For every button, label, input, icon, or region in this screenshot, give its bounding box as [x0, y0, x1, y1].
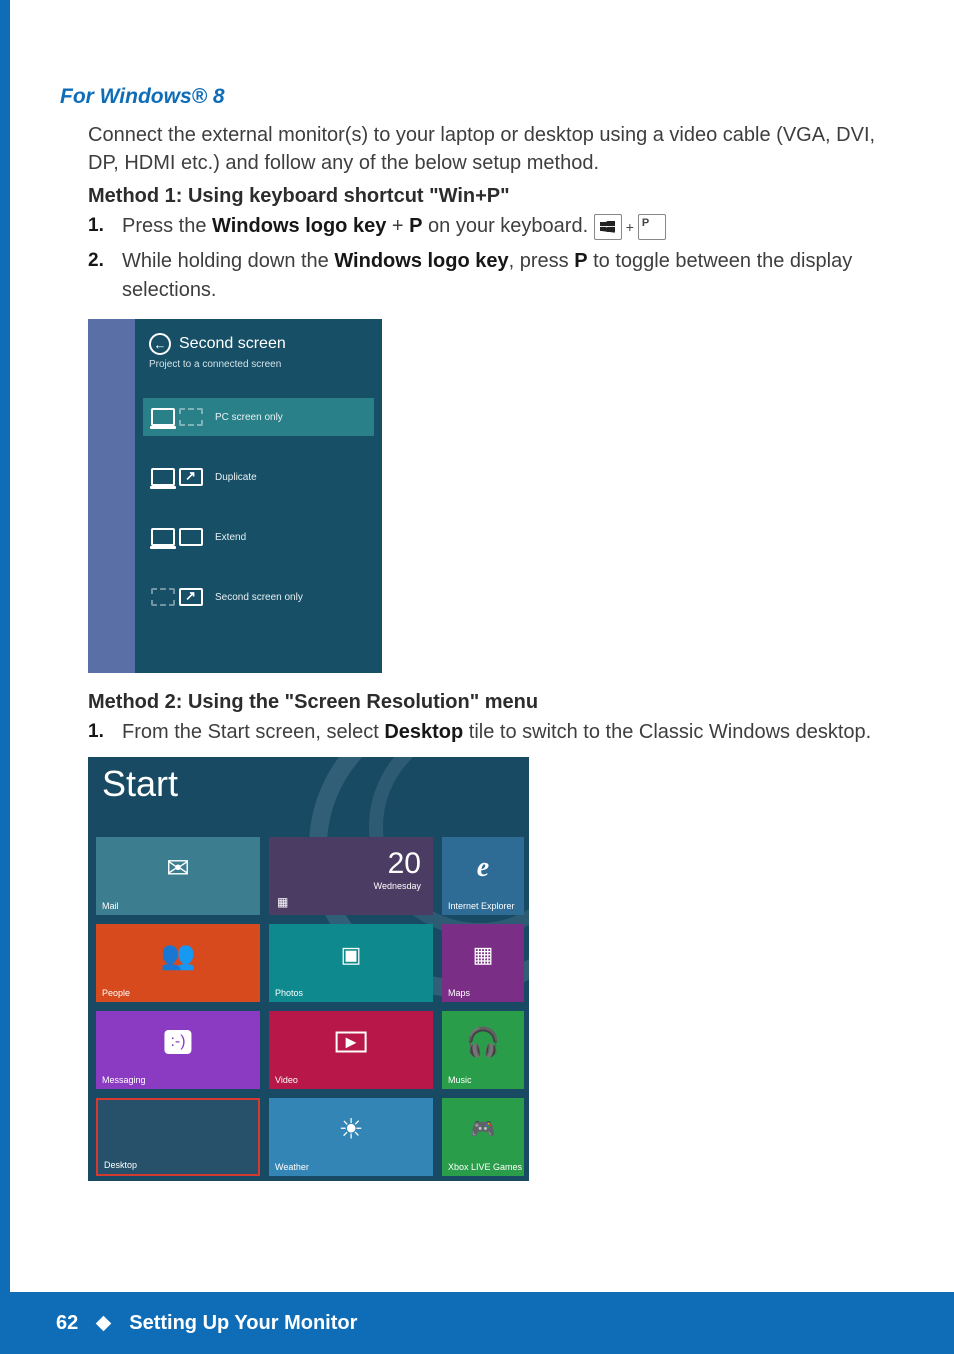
ie-icon: e — [477, 852, 489, 884]
panel-subtitle: Project to a connected screen — [149, 359, 368, 370]
tile-label: Internet Explorer — [448, 901, 515, 911]
monitor-icon — [151, 408, 175, 426]
start-screen: Start ✉Mail 20Wednesday▦ eInternet Explo… — [88, 757, 529, 1181]
tile-label: Music — [448, 1075, 472, 1085]
text: , press — [509, 250, 575, 272]
step-number: 1. — [88, 212, 104, 240]
tile-label: Video — [275, 1075, 298, 1085]
text: tile to switch to the Classic Windows de… — [463, 721, 871, 743]
tile-people[interactable]: 👥 People — [96, 924, 260, 1002]
option-second-screen-only[interactable]: Second screen only — [143, 578, 374, 616]
option-duplicate[interactable]: Duplicate — [143, 458, 374, 496]
tile-weather[interactable]: ☀ Weather — [269, 1098, 433, 1176]
weather-icon: ☀ — [338, 1113, 363, 1146]
method2-step1: 1. From the Start screen, select Desktop… — [88, 718, 904, 747]
messaging-icon: :-) — [164, 1030, 191, 1054]
tile-desktop[interactable]: Desktop — [96, 1098, 260, 1176]
tile-label: Xbox LIVE Games — [448, 1162, 522, 1172]
text: Press the — [122, 215, 212, 237]
tile-label: Photos — [275, 988, 303, 998]
tile-label: Maps — [448, 988, 470, 998]
calendar-day: Wednesday — [374, 881, 421, 891]
tile-label: People — [102, 988, 130, 998]
maps-icon: ▦ — [473, 942, 494, 968]
tile-music[interactable]: 🎧 Music — [442, 1011, 524, 1089]
page-content: For Windows® 8 Connect the external moni… — [10, 0, 954, 1181]
monitor-icon — [179, 408, 203, 426]
plus-icon: + — [626, 219, 634, 235]
bold: Windows logo key — [334, 250, 508, 272]
video-icon: ▶ — [336, 1032, 367, 1053]
people-icon: 👥 — [161, 939, 196, 972]
tile-label: Mail — [102, 901, 119, 911]
option-label: Extend — [215, 532, 246, 543]
photos-icon: ▣ — [341, 942, 362, 968]
monitor-icon — [151, 588, 175, 606]
page-number: 62 — [56, 1312, 78, 1335]
tile-video[interactable]: ▶ Video — [269, 1011, 433, 1089]
option-extend[interactable]: Extend — [143, 518, 374, 556]
left-strip — [0, 0, 10, 1354]
section-title: For Windows® 8 — [60, 85, 904, 109]
option-label: PC screen only — [215, 412, 283, 423]
tile-label: Desktop — [104, 1160, 137, 1170]
calendar-icon: ▦ — [277, 895, 288, 909]
method1-step2: 2. While holding down the Windows logo k… — [88, 247, 904, 305]
option-label: Second screen only — [215, 592, 303, 603]
diamond-icon — [96, 1315, 112, 1331]
method2-title: Method 2: Using the "Screen Resolution" … — [88, 691, 904, 714]
text: From the Start screen, select — [122, 721, 384, 743]
page-footer: 62 Setting Up Your Monitor — [0, 1292, 954, 1354]
back-button[interactable]: ← Second screen — [149, 333, 286, 355]
monitor-icon — [151, 528, 175, 546]
calendar-date: 20 — [388, 847, 421, 881]
tile-calendar[interactable]: 20Wednesday ▦ — [269, 837, 433, 915]
tile-label: Weather — [275, 1162, 309, 1172]
method1-step1: 1. Press the Windows logo key + P on you… — [88, 212, 904, 241]
option-pc-screen-only[interactable]: PC screen only — [143, 398, 374, 436]
footer-title: Setting Up Your Monitor — [129, 1312, 357, 1335]
method1-title: Method 1: Using keyboard shortcut "Win+P… — [88, 185, 904, 208]
tile-maps[interactable]: ▦ Maps — [442, 924, 524, 1002]
panel-title: Second screen — [179, 335, 286, 353]
bold: P — [409, 215, 422, 237]
back-arrow-icon: ← — [149, 333, 171, 355]
tile-photos[interactable]: ▣ Photos — [269, 924, 433, 1002]
tile-label: Messaging — [102, 1075, 146, 1085]
step-number: 1. — [88, 718, 104, 746]
monitor-icon — [179, 468, 203, 486]
bold: Desktop — [384, 721, 463, 743]
monitor-icon — [179, 588, 203, 606]
step-number: 2. — [88, 247, 104, 275]
bold: Windows logo key — [212, 215, 386, 237]
monitor-icon — [179, 528, 203, 546]
tile-mail[interactable]: ✉ Mail — [96, 837, 260, 915]
second-screen-panel: ← Second screen Project to a connected s… — [88, 319, 382, 673]
option-label: Duplicate — [215, 472, 257, 483]
text: While holding down the — [122, 250, 334, 272]
p-key-icon — [638, 214, 666, 240]
mail-icon: ✉ — [166, 852, 189, 885]
music-icon: 🎧 — [466, 1026, 501, 1059]
xbox-icon: 🎮 — [471, 1117, 496, 1142]
monitor-icon — [151, 468, 175, 486]
windows-key-icon — [594, 214, 622, 240]
tile-internet-explorer[interactable]: e Internet Explorer — [442, 837, 524, 915]
bold: P — [574, 250, 587, 272]
tile-xbox[interactable]: 🎮 Xbox LIVE Games — [442, 1098, 524, 1176]
intro-text: Connect the external monitor(s) to your … — [88, 121, 904, 177]
text: on your keyboard. — [422, 215, 593, 237]
text: + — [386, 215, 409, 237]
tile-messaging[interactable]: :-) Messaging — [96, 1011, 260, 1089]
